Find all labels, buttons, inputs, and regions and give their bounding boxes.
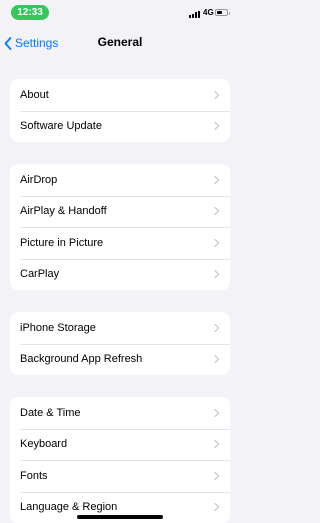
status-bar: 12:33 4G: [0, 0, 240, 28]
chevron-right-icon: [214, 440, 220, 448]
list-item-label: Software Update: [20, 120, 102, 132]
list-item-airplay-handoff[interactable]: AirPlay & Handoff: [10, 196, 230, 228]
battery-icon: [215, 9, 228, 16]
list-item-label: Background App Refresh: [20, 353, 142, 365]
settings-group-storage: iPhone Storage Background App Refresh: [10, 312, 230, 375]
list-item-label: Fonts: [20, 470, 48, 482]
chevron-right-icon: [214, 472, 220, 480]
list-item-label: Picture in Picture: [20, 237, 103, 249]
chevron-right-icon: [214, 207, 220, 215]
navigation-bar: Settings General: [0, 28, 240, 58]
settings-group-locale: Date & Time Keyboard Fonts Language & Re…: [10, 397, 230, 523]
list-item-background-app-refresh[interactable]: Background App Refresh: [10, 344, 230, 376]
list-item-label: Language & Region: [20, 501, 117, 513]
list-item-label: AirPlay & Handoff: [20, 205, 107, 217]
list-item-fonts[interactable]: Fonts: [10, 460, 230, 492]
list-item-about[interactable]: About: [10, 79, 230, 111]
list-item-date-time[interactable]: Date & Time: [10, 397, 230, 429]
signal-strength-icon: [189, 10, 203, 18]
list-item-iphone-storage[interactable]: iPhone Storage: [10, 312, 230, 344]
list-item-label: CarPlay: [20, 268, 59, 280]
page-title: General: [0, 35, 240, 49]
settings-group-about: About Software Update: [10, 79, 230, 142]
chevron-right-icon: [214, 355, 220, 363]
list-item-label: Keyboard: [20, 438, 67, 450]
list-item-label: Date & Time: [20, 407, 81, 419]
list-item-picture-in-picture[interactable]: Picture in Picture: [10, 227, 230, 259]
chevron-right-icon: [214, 91, 220, 99]
list-item-software-update[interactable]: Software Update: [10, 111, 230, 143]
network-type: 4G: [203, 8, 214, 17]
list-item-airdrop[interactable]: AirDrop: [10, 164, 230, 196]
list-item-carplay[interactable]: CarPlay: [10, 259, 230, 291]
list-item-label: iPhone Storage: [20, 322, 96, 334]
status-time: 12:33: [11, 5, 49, 20]
chevron-right-icon: [214, 122, 220, 130]
chevron-right-icon: [214, 503, 220, 511]
settings-group-connectivity: AirDrop AirPlay & Handoff Picture in Pic…: [10, 164, 230, 290]
chevron-right-icon: [214, 176, 220, 184]
chevron-right-icon: [214, 324, 220, 332]
home-indicator[interactable]: [77, 515, 163, 519]
list-item-label: AirDrop: [20, 174, 57, 186]
list-item-keyboard[interactable]: Keyboard: [10, 429, 230, 461]
chevron-right-icon: [214, 239, 220, 247]
chevron-right-icon: [214, 409, 220, 417]
chevron-right-icon: [214, 270, 220, 278]
list-item-label: About: [20, 89, 49, 101]
